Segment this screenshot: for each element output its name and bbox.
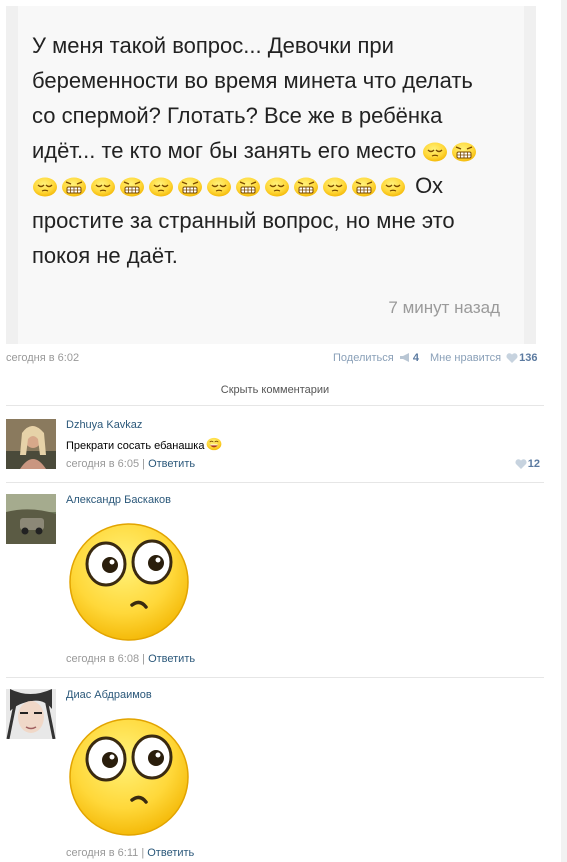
avatar[interactable] — [6, 689, 56, 739]
hide-comments-link[interactable]: Скрыть комментарии — [6, 384, 544, 406]
sleepy-emoji-icon — [32, 175, 58, 197]
comment-like-button[interactable]: 12 — [513, 458, 540, 470]
post-text-segment: Ох — [415, 173, 443, 198]
user-avatar-image — [6, 419, 56, 469]
post-text-line: идёт... те кто мог бы занять его место — [32, 133, 520, 168]
avatar[interactable] — [6, 419, 56, 469]
heart-icon — [506, 353, 518, 363]
grimace-emoji-icon — [119, 175, 145, 197]
comment-text-body: Прекрати сосать ебанашка — [66, 440, 205, 452]
reply-button[interactable]: Ответить — [147, 847, 194, 859]
post-text-line: покоя не даёт. — [32, 243, 178, 268]
post-time-ago: 7 минут назад — [388, 298, 500, 317]
post-text: У меня такой вопрос... Девочки при берем… — [32, 28, 520, 273]
sleepy-emoji-icon — [422, 140, 448, 162]
separator: | — [142, 653, 146, 665]
reply-button[interactable]: Ответить — [148, 458, 195, 470]
grimace-emoji-icon — [235, 175, 261, 197]
user-avatar-image — [6, 689, 56, 739]
megaphone-icon — [399, 353, 409, 362]
post-content: У меня такой вопрос... Девочки при берем… — [18, 6, 524, 344]
grimace-emoji-icon — [293, 175, 319, 197]
scrollbar[interactable] — [561, 0, 567, 862]
grimace-emoji-icon — [451, 140, 477, 162]
comment-item: Dzhuya Kavkaz Прекрати сосать ебанашка с… — [6, 419, 544, 483]
comment-date[interactable]: сегодня в 6:11 — [66, 847, 138, 859]
like-button[interactable]: Мне нравится 136 — [430, 352, 538, 364]
comment-text: Прекрати сосать ебанашка — [66, 437, 223, 452]
heart-icon — [515, 459, 527, 469]
sleepy-emoji-icon — [322, 175, 348, 197]
post-text-line: беременности во время минета что делать — [32, 68, 473, 93]
grimace-emoji-icon — [351, 175, 377, 197]
comment-like-count: 12 — [527, 458, 540, 470]
comment-footer: сегодня в 6:05 | Ответить — [66, 458, 195, 470]
comment-author[interactable]: Александр Баскаков — [66, 494, 171, 506]
share-count: 4 — [412, 352, 419, 364]
share-button[interactable]: Поделиться 4 — [333, 352, 419, 364]
comment-author[interactable]: Диас Абдраимов — [66, 689, 152, 701]
comment-footer: сегодня в 6:08 | Ответить — [66, 653, 195, 665]
post-date[interactable]: сегодня в 6:02 — [6, 352, 79, 364]
sleepy-emoji-icon — [380, 175, 406, 197]
comment-footer: сегодня в 6:11 | Ответить — [66, 847, 194, 859]
comment-date[interactable]: сегодня в 6:05 — [66, 458, 139, 470]
like-count: 136 — [519, 352, 538, 364]
comment-item: Диас Абдраимов сегодня в 6:11 | Ответить — [6, 689, 544, 862]
sleepy-emoji-icon — [148, 175, 174, 197]
separator: | — [141, 847, 145, 859]
share-label: Поделиться — [333, 352, 394, 364]
post-text-line: со спермой? Глотать? Все же в ребёнка — [32, 103, 443, 128]
grimace-emoji-icon — [61, 175, 87, 197]
grimace-emoji-icon — [177, 175, 203, 197]
post-text-line: простите за странный вопрос, но мне это — [32, 208, 455, 233]
comment-date[interactable]: сегодня в 6:08 — [66, 653, 139, 665]
post-meta-row: сегодня в 6:02 Поделиться 4 Мне нравится… — [6, 352, 538, 368]
post-text-line: У меня такой вопрос... Девочки при — [32, 33, 394, 58]
reply-button[interactable]: Ответить — [148, 653, 195, 665]
avatar[interactable] — [6, 494, 56, 544]
comment-author[interactable]: Dzhuya Kavkaz — [66, 419, 142, 431]
laughing-emoji-icon — [206, 437, 222, 451]
like-label: Мне нравится — [430, 352, 502, 364]
post-image-card: У меня такой вопрос... Девочки при берем… — [6, 6, 536, 344]
separator: | — [142, 458, 146, 470]
emoji-row: Ох — [32, 168, 520, 203]
user-avatar-image — [6, 494, 56, 544]
post-text-segment: идёт... те кто мог бы занять его место — [32, 138, 417, 163]
comment-item: Александр Баскаков сегодня в 6:08 | Отве… — [6, 494, 544, 678]
sleepy-emoji-icon — [206, 175, 232, 197]
confused-face-sticker-icon — [66, 708, 192, 838]
sleepy-emoji-icon — [90, 175, 116, 197]
sleepy-emoji-icon — [264, 175, 290, 197]
confused-face-sticker-icon — [66, 513, 192, 643]
